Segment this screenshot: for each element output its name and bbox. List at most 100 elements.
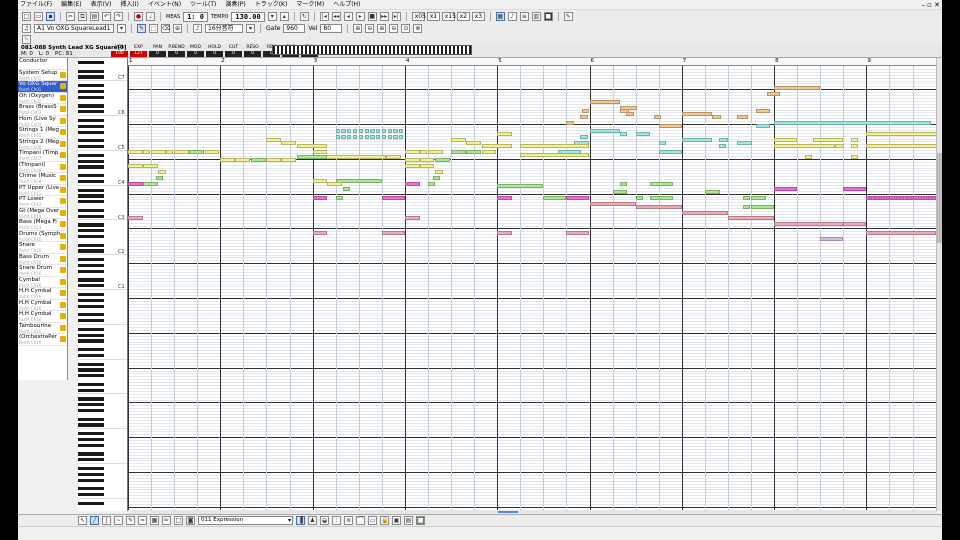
note[interactable] (654, 114, 662, 119)
black-key[interactable] (78, 353, 104, 358)
menu-item[interactable]: ツール(T) (188, 1, 216, 8)
note[interactable] (520, 143, 590, 148)
param-reso[interactable]: RESO 0 (244, 45, 261, 57)
chart-icon[interactable]: ▐ (296, 516, 305, 525)
note[interactable] (451, 138, 466, 142)
black-key[interactable] (78, 130, 104, 134)
open-file-icon[interactable]: ▭ (34, 12, 43, 21)
note[interactable] (404, 216, 420, 221)
note[interactable] (850, 155, 859, 160)
zoom-reset-icon[interactable]: ⊗ (413, 24, 423, 33)
black-key[interactable] (78, 208, 104, 213)
black-key[interactable] (78, 234, 104, 239)
note[interactable] (427, 149, 443, 154)
black-key[interactable] (78, 452, 104, 456)
note[interactable] (881, 196, 885, 200)
note[interactable] (481, 143, 512, 148)
note[interactable] (737, 114, 749, 119)
note[interactable] (128, 181, 143, 186)
fast-forward-icon[interactable]: ▸▸ (379, 12, 389, 21)
black-key[interactable] (78, 284, 104, 288)
note[interactable] (681, 111, 713, 116)
black-key[interactable] (78, 458, 104, 462)
track-select[interactable]: A1 Vo OXG SquareLead1 (34, 24, 114, 33)
note[interactable] (158, 169, 166, 174)
param-hold[interactable]: HOLD 0 (206, 45, 223, 57)
note[interactable] (850, 143, 859, 148)
note[interactable] (296, 143, 328, 148)
black-key[interactable] (78, 89, 104, 94)
go-start-icon[interactable]: |◂ (319, 12, 329, 21)
track-item[interactable]: (OrchestraPer PartA Ch16 (18, 334, 67, 346)
note[interactable] (658, 140, 667, 145)
note[interactable] (266, 158, 282, 163)
note[interactable] (281, 158, 296, 163)
note[interactable] (635, 204, 682, 209)
black-key[interactable] (78, 174, 104, 178)
prev-icon[interactable]: ◂ (343, 12, 353, 21)
track-item[interactable]: Vo OXG Squar PartA Ch01 (18, 81, 67, 93)
note[interactable] (281, 140, 296, 145)
speaker-icon[interactable] (60, 117, 66, 124)
black-key[interactable] (78, 153, 104, 157)
note[interactable] (566, 120, 574, 125)
note[interactable] (558, 149, 582, 154)
select-tool-icon[interactable]: ⬚ (149, 24, 158, 33)
pointer-tool-icon[interactable]: ↖ (78, 516, 87, 525)
green-block-icon[interactable]: ■ (416, 516, 425, 525)
hold-icon[interactable]: ▭ (368, 516, 377, 525)
tempo-down-icon[interactable]: ▾ (267, 12, 277, 21)
black-key[interactable] (78, 437, 104, 442)
piano-keyboard[interactable]: C7 C6 C5 C4 C3 C2 C1 (78, 58, 128, 511)
eraser-tool-icon[interactable]: ⌫ (161, 24, 170, 33)
speaker-icon[interactable] (60, 278, 66, 285)
note[interactable] (742, 204, 751, 209)
note[interactable] (774, 222, 844, 227)
note-length-icon[interactable]: ♪ (193, 24, 202, 33)
note[interactable] (626, 111, 634, 116)
menu-item[interactable]: マーク(M) (294, 1, 324, 8)
note[interactable] (718, 143, 727, 148)
cut-icon[interactable]: ✂ (66, 12, 75, 21)
black-key[interactable] (78, 333, 104, 337)
note[interactable] (381, 196, 405, 200)
black-key[interactable] (78, 188, 104, 192)
note[interactable] (876, 196, 880, 200)
note[interactable] (376, 129, 381, 134)
note[interactable] (835, 143, 845, 148)
note[interactable] (766, 91, 780, 96)
note[interactable] (465, 149, 481, 154)
note[interactable] (370, 129, 375, 134)
speaker-icon[interactable] (60, 140, 66, 147)
score-view-icon[interactable]: ♪ (507, 12, 517, 21)
velocity-icon[interactable]: ⫶ (332, 516, 341, 525)
param-pan[interactable]: PAN 0 (149, 45, 166, 57)
vertical-scroll-thumb[interactable] (937, 153, 942, 243)
track-item[interactable]: Timpani (Timp PartA Ch07 (18, 150, 67, 162)
note[interactable] (566, 230, 590, 235)
note[interactable] (128, 149, 143, 154)
note[interactable] (866, 132, 936, 137)
note[interactable] (812, 138, 844, 142)
menu-item[interactable]: トラック(K) (253, 1, 288, 8)
note[interactable] (681, 210, 728, 215)
bend-icon[interactable]: ⌒ (356, 516, 365, 525)
note[interactable] (376, 135, 381, 140)
note[interactable] (399, 135, 404, 140)
dropdown-icon[interactable]: ▾ (117, 24, 126, 33)
note[interactable] (681, 138, 713, 142)
menu-item[interactable]: イベント(N) (146, 1, 181, 8)
note[interactable] (451, 149, 466, 154)
dropdown-icon[interactable]: ▾ (246, 24, 255, 33)
speed-button[interactable]: x05 (411, 12, 426, 21)
black-key[interactable] (78, 159, 104, 163)
note[interactable] (142, 164, 158, 169)
track-item[interactable]: Horn (Live Sy PartA Ch04 (18, 116, 67, 127)
note[interactable] (404, 149, 420, 154)
track-item[interactable]: PT Lower PartA Ch12 (18, 196, 67, 208)
speaker-icon[interactable] (60, 221, 66, 227)
brush-tool-icon[interactable]: ✏ (162, 516, 171, 525)
piano-roll-view-icon[interactable]: ▦ (495, 12, 505, 21)
black-key[interactable] (78, 327, 104, 331)
measure-number[interactable]: 1 (128, 58, 133, 65)
